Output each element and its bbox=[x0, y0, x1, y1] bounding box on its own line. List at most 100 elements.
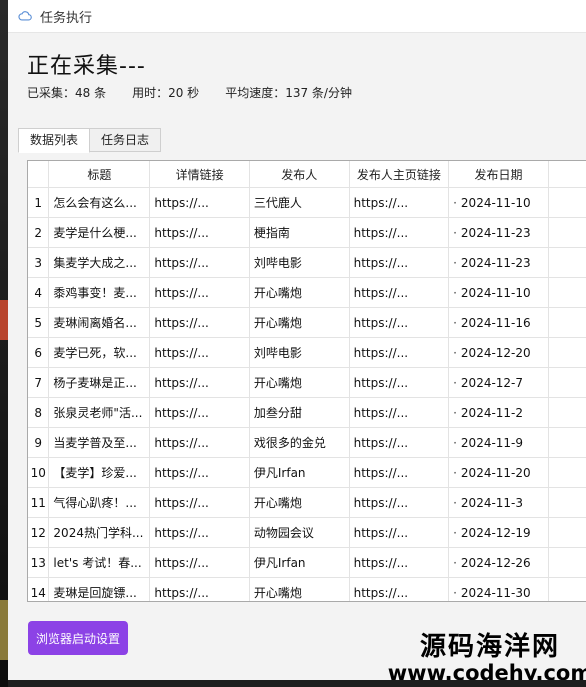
detail-link-cell: https://... bbox=[149, 427, 250, 458]
tab-task-log[interactable]: 任务日志 bbox=[89, 128, 162, 152]
table-row[interactable]: 10 【麦学】珍爱... https://... 伊凡Irfan https://...… bbox=[28, 457, 586, 488]
publisher-home-cell: https://... bbox=[349, 217, 450, 248]
row-index: 10 bbox=[28, 457, 50, 488]
desktop-background-fragment bbox=[0, 300, 8, 340]
publisher-home-cell: https://... bbox=[349, 577, 450, 601]
stats-bar: 已采集：48 条 用时：20 秒 平均速度：137 条/分钟 bbox=[27, 84, 378, 101]
publish-date-cell: 2024-11-10 bbox=[448, 187, 549, 218]
filler-cell bbox=[548, 577, 586, 601]
tab-data-list[interactable]: 数据列表 bbox=[18, 128, 91, 153]
publisher-home-cell: https://... bbox=[349, 517, 450, 548]
publisher-cell: 开心嘴炮 bbox=[249, 367, 350, 398]
table-row[interactable]: 3集麦学大成之...https://...刘哔电影https://...2024… bbox=[28, 247, 586, 278]
filler-cell bbox=[548, 457, 586, 488]
detail-link-cell: https://... bbox=[149, 577, 250, 601]
detail-link-cell: https://... bbox=[149, 517, 250, 548]
table-row[interactable]: 8张泉灵老师"活...https://...加叁分甜https://...202… bbox=[28, 397, 586, 428]
publisher-cell: 开心嘴炮 bbox=[249, 577, 350, 601]
detail-link-cell: https://... bbox=[149, 337, 250, 368]
table-row[interactable]: 14麦琳是回旋镖...https://...开心嘴炮https://...202… bbox=[28, 577, 586, 601]
table-row[interactable]: 11气得心趴疼！...https://...开心嘴炮https://...202… bbox=[28, 487, 586, 518]
publisher-home-cell: https://... bbox=[349, 397, 450, 428]
row-index: 1 bbox=[28, 187, 50, 218]
publisher-cell: 动物园会议 bbox=[249, 517, 350, 548]
column-header-publish-date[interactable]: 发布日期 bbox=[448, 161, 549, 188]
publisher-cell: 加叁分甜 bbox=[249, 397, 350, 428]
row-index: 6 bbox=[28, 337, 50, 368]
watermark-line1: 源码海洋网 bbox=[419, 632, 560, 662]
detail-link-cell: https://... bbox=[149, 277, 250, 308]
table-row[interactable]: 1怎么会有这么...https://...三代鹿人https://...2024… bbox=[28, 187, 586, 218]
table-row[interactable]: 4黍鸡事变！麦...https://...开心嘴炮https://...2024… bbox=[28, 277, 586, 308]
publisher-home-cell: https://... bbox=[349, 457, 450, 488]
table-row[interactable]: 2麦学是什么梗...https://...梗指南https://...2024-… bbox=[28, 217, 586, 248]
title-bar[interactable]: 任务执行 bbox=[8, 0, 586, 33]
filler-cell bbox=[548, 427, 586, 458]
title-cell: 麦琳是回旋镖... bbox=[48, 577, 151, 601]
publisher-home-cell: https://... bbox=[349, 307, 450, 338]
table-row[interactable]: 6麦学已死，软...https://...刘哔电影https://...2024… bbox=[28, 337, 586, 368]
data-table: 标题 详情链接 发布人 发布人主页链接 发布日期 1 怎么会有这么... https… bbox=[28, 161, 586, 601]
publish-date-cell: 2024-11-10 bbox=[448, 277, 549, 308]
publisher-cell: 开心嘴炮 bbox=[249, 307, 350, 338]
detail-link-cell: https://... bbox=[149, 247, 250, 278]
column-header-filler bbox=[548, 161, 586, 188]
data-table-container[interactable]: 标题 详情链接 发布人 发布人主页链接 发布日期 1 怎么会有这么... https… bbox=[27, 160, 586, 602]
table-row[interactable]: 12 2024热门学科... https://... 动物园会议 https://...… bbox=[28, 517, 586, 548]
filler-cell bbox=[548, 487, 586, 518]
publisher-home-cell: https://... bbox=[349, 187, 450, 218]
detail-link-cell: https://... bbox=[149, 487, 250, 518]
filler-cell bbox=[548, 187, 586, 218]
title-cell: 【麦学】珍爱... bbox=[48, 457, 151, 488]
publisher-cell: 梗指南 bbox=[249, 217, 350, 248]
detail-link-cell: https://... bbox=[149, 457, 250, 488]
column-header-detail-link[interactable]: 详情链接 bbox=[149, 161, 250, 188]
publisher-home-cell: https://... bbox=[349, 367, 450, 398]
task-window: 任务执行 正在采集--- 已采集：48 条 用时：20 秒 平均速度：137 条… bbox=[8, 0, 586, 680]
collected-count: 已采集：48 条 bbox=[27, 86, 107, 100]
publish-date-cell: 2024-11-2 bbox=[448, 397, 549, 428]
title-cell: 当麦学普及至... bbox=[48, 427, 151, 458]
row-index: 12 bbox=[28, 517, 50, 548]
detail-link-cell: https://... bbox=[149, 547, 250, 578]
title-cell: 黍鸡事变！麦... bbox=[48, 277, 151, 308]
filler-cell bbox=[548, 217, 586, 248]
detail-link-cell: https://... bbox=[149, 187, 250, 218]
title-cell: 麦琳闹离婚名... bbox=[48, 307, 151, 338]
publisher-cell: 开心嘴炮 bbox=[249, 487, 350, 518]
table-row[interactable]: 5麦琳闹离婚名...https://...开心嘴炮https://...2024… bbox=[28, 307, 586, 338]
publish-date-cell: 2024-11-23 bbox=[448, 217, 549, 248]
average-speed: 平均速度：137 条/分钟 bbox=[225, 86, 352, 100]
publisher-home-cell: https://... bbox=[349, 247, 450, 278]
publisher-cell: 伊凡Irfan bbox=[249, 547, 350, 578]
table-row[interactable]: 13 let's 考试！春... https://... 伊凡Irfan https:/… bbox=[28, 547, 586, 578]
title-cell: 张泉灵老师"活... bbox=[48, 397, 151, 428]
column-header-publisher-home[interactable]: 发布人主页链接 bbox=[349, 161, 450, 188]
detail-link-cell: https://... bbox=[149, 397, 250, 428]
elapsed-time: 用时：20 秒 bbox=[132, 86, 200, 100]
watermark-line2: www.codehy.com bbox=[387, 661, 586, 680]
watermark: 源码海洋网 www.codehy.com bbox=[386, 626, 586, 680]
publish-date-cell: 2024-11-23 bbox=[448, 247, 549, 278]
table-row[interactable]: 9当麦学普及至...https://...戏很多的金兑https://...20… bbox=[28, 427, 586, 458]
filler-cell bbox=[548, 397, 586, 428]
row-index: 3 bbox=[28, 247, 50, 278]
column-header-publisher[interactable]: 发布人 bbox=[249, 161, 350, 188]
cloud-icon bbox=[18, 11, 32, 21]
browser-settings-button[interactable]: 浏览器启动设置 bbox=[28, 621, 128, 655]
title-cell: let's 考试！春... bbox=[48, 547, 151, 578]
publisher-home-cell: https://... bbox=[349, 277, 450, 308]
row-index: 11 bbox=[28, 487, 50, 518]
row-index: 2 bbox=[28, 217, 50, 248]
detail-link-cell: https://... bbox=[149, 367, 250, 398]
table-row[interactable]: 7杨子麦琳是正...https://...开心嘴炮https://...2024… bbox=[28, 367, 586, 398]
publisher-cell: 伊凡Irfan bbox=[249, 457, 350, 488]
filler-cell bbox=[548, 367, 586, 398]
column-header-title[interactable]: 标题 bbox=[48, 161, 151, 188]
filler-cell bbox=[548, 517, 586, 548]
row-index: 4 bbox=[28, 277, 50, 308]
desktop-background bbox=[0, 0, 8, 687]
row-index: 8 bbox=[28, 397, 50, 428]
publisher-cell: 刘哔电影 bbox=[249, 337, 350, 368]
publisher-home-cell: https://... bbox=[349, 337, 450, 368]
